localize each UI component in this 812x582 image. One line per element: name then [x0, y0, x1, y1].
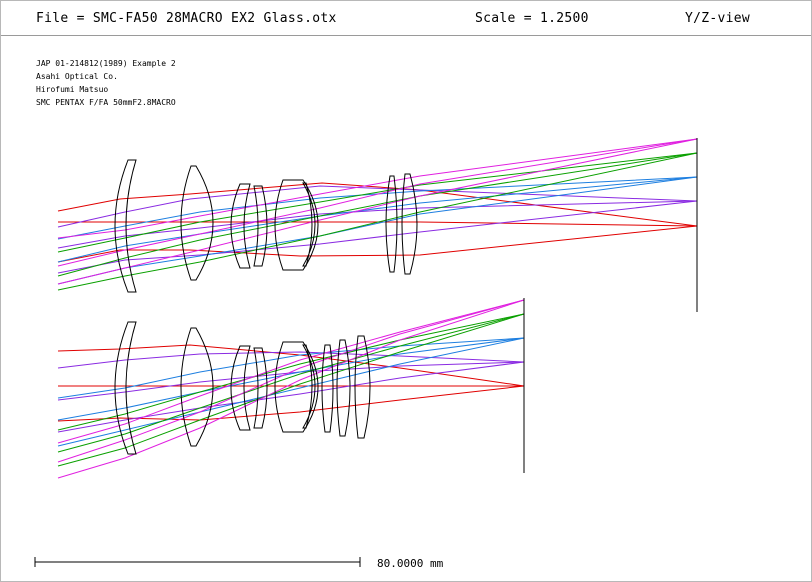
lens-element-3	[230, 183, 251, 269]
lens-element-4-macro	[253, 347, 268, 429]
ray-bottom-14	[57, 299, 525, 463]
ray-bottom-11	[57, 313, 525, 453]
ray-bottom-13	[57, 299, 525, 479]
ray-top-12	[57, 138, 698, 267]
lens-element-1	[114, 159, 137, 293]
ray-bundle-infinity-focus	[57, 138, 698, 291]
lens-layout-diagram	[34, 138, 698, 567]
ray-bottom-0	[57, 344, 525, 387]
scale-bar	[34, 557, 361, 567]
ray-bundle-macro-focus	[57, 299, 525, 479]
ray-top-11	[57, 152, 698, 277]
lens-element-9-macro	[354, 335, 371, 439]
ray-top-7	[57, 176, 698, 285]
ray-top-4	[57, 200, 698, 274]
ray-bottom-8	[57, 337, 525, 421]
lens-group-infinity-focus	[114, 159, 418, 293]
